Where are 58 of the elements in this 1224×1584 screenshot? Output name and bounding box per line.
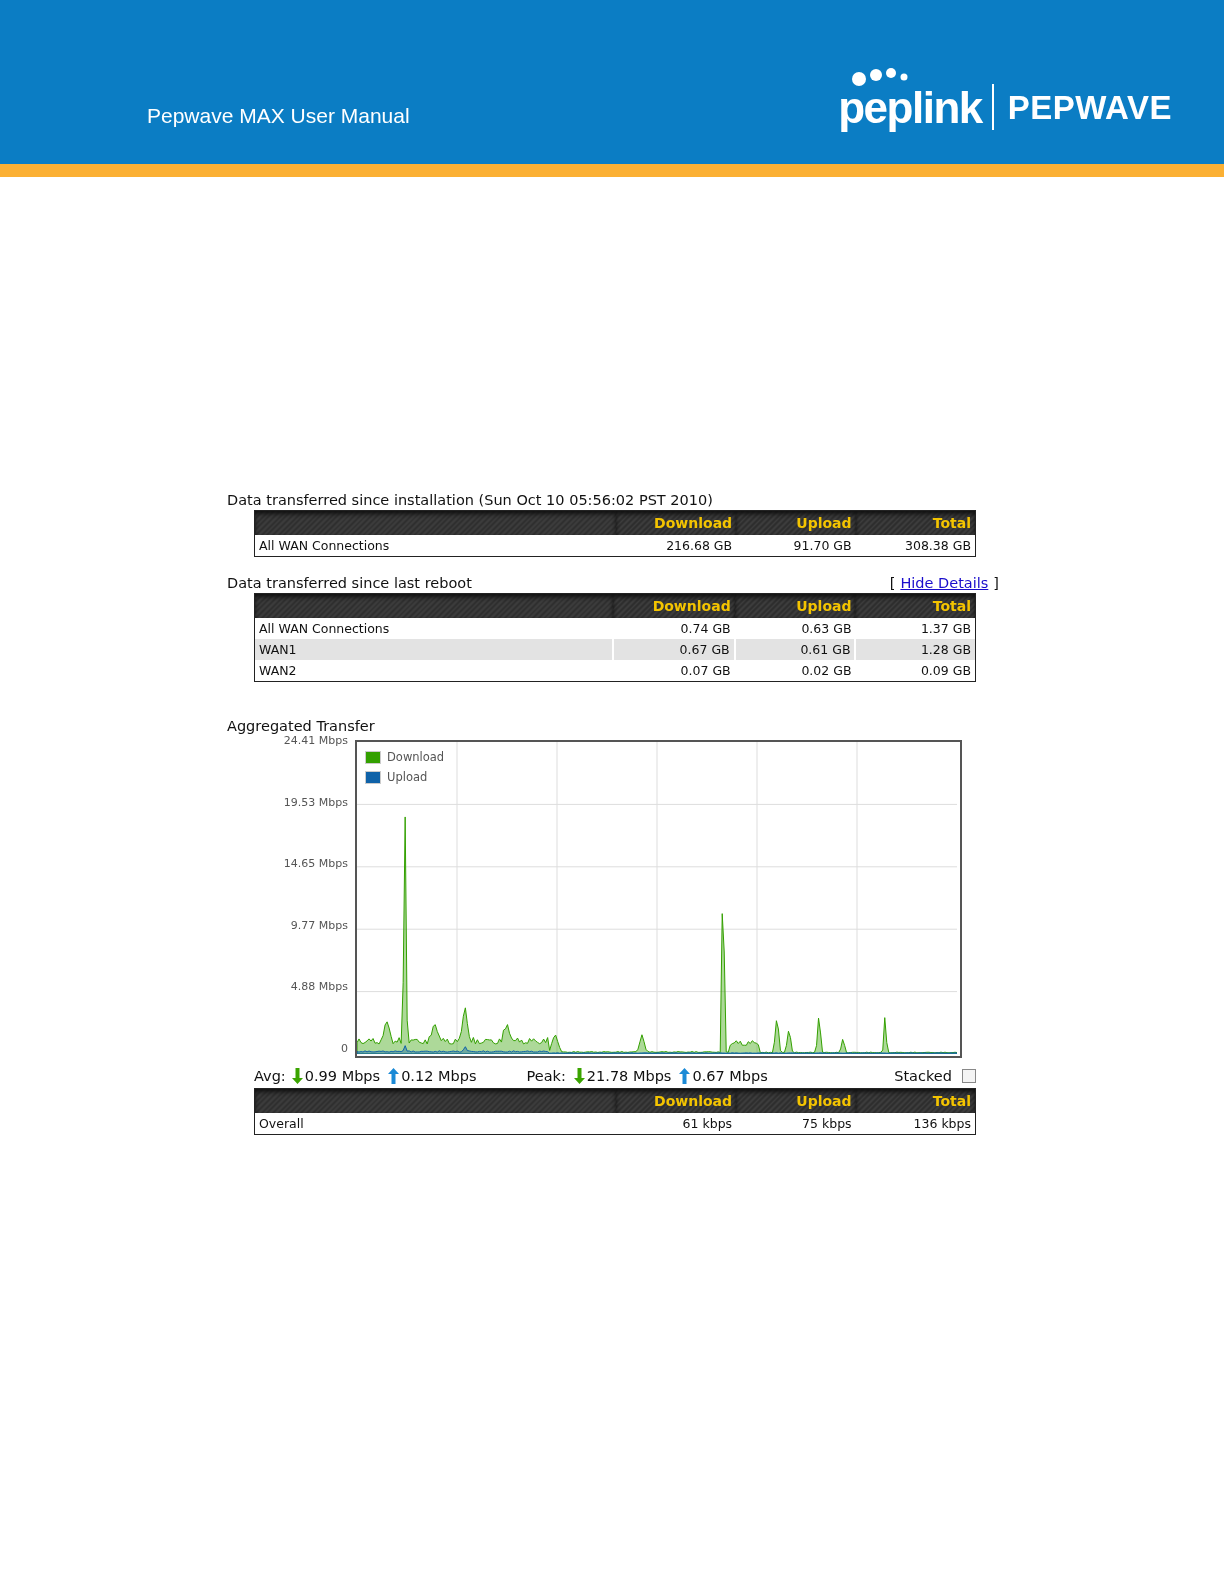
row-label: WAN1	[254, 639, 614, 660]
table-cell: 216.68 GB	[616, 535, 737, 557]
axis-label: 24.41 Mbps	[283, 735, 348, 747]
column-header: Upload	[734, 593, 856, 618]
table-cell: 91.70 GB	[736, 535, 856, 557]
up-arrow-icon	[679, 1068, 691, 1084]
hide-details-link[interactable]: Hide Details	[900, 575, 989, 591]
table-cell: 0.67 GB	[613, 639, 735, 660]
axis-label: 9.77 Mbps	[290, 919, 348, 932]
row-label: WAN2	[254, 660, 614, 682]
table-cell: 75 kbps	[736, 1113, 856, 1135]
axis-label: 19.53 Mbps	[283, 796, 348, 809]
table-cell: 1.37 GB	[855, 618, 976, 639]
table-cell: 0.74 GB	[613, 618, 735, 639]
axis-label: 4.88 Mbps	[290, 981, 348, 994]
manual-title: Pepwave MAX User Manual	[147, 104, 410, 128]
logo-text: PEPWAVE	[1007, 91, 1172, 124]
row-label: All WAN Connections	[254, 618, 614, 639]
peak-label: Peak:	[526, 1068, 566, 1084]
table-cell: 136 kbps	[855, 1113, 976, 1135]
section-title: Data transferred since last reboot	[227, 575, 472, 591]
column-header: Upload	[736, 1088, 856, 1113]
row-label: All WAN Connections	[254, 535, 617, 557]
legend-label: Download	[387, 750, 445, 764]
column-header: Download	[616, 1088, 737, 1113]
stacked-label: Stacked	[894, 1068, 952, 1084]
column-header: Download	[616, 510, 737, 535]
legend-label: Upload	[387, 770, 428, 784]
table-cell: 0.02 GB	[734, 660, 856, 682]
axis-label: 0	[341, 1042, 348, 1055]
down-arrow-icon	[291, 1068, 303, 1084]
section-title: Data transferred since installation (Sun Oct 10 05:56:02 PST 2010)	[227, 492, 714, 508]
graph-title: Aggregated Transfer	[227, 718, 376, 734]
table-cell: 61 kbps	[616, 1113, 737, 1135]
table-cell: 0.07 GB	[613, 660, 735, 682]
column-header: Total	[855, 1088, 976, 1113]
column-header: Total	[855, 593, 976, 618]
table-cell: 1.28 GB	[855, 639, 976, 660]
down-arrow-icon	[573, 1068, 585, 1084]
table-cell: 0.61 GB	[734, 639, 856, 660]
column-header: Download	[613, 593, 735, 618]
peak-download: 21.78 Mbps	[586, 1068, 672, 1084]
bracket: ]	[993, 575, 999, 591]
avg-upload: 0.12 Mbps	[401, 1068, 477, 1084]
stacked-checkbox[interactable]	[962, 1069, 976, 1083]
avg-download: 0.99 Mbps	[304, 1068, 381, 1084]
table-cell: 0.63 GB	[734, 618, 856, 639]
up-arrow-icon	[388, 1068, 400, 1084]
column-header: Upload	[736, 510, 856, 535]
column-header: Total	[855, 510, 976, 535]
bracket: [	[889, 575, 896, 591]
axis-label: 14.65 Mbps	[283, 858, 348, 871]
logo-text: peplink	[838, 86, 982, 130]
peak-upload: 0.67 Mbps	[692, 1068, 768, 1084]
table-cell: 0.09 GB	[855, 660, 976, 682]
row-label: Overall	[254, 1113, 617, 1135]
avg-label: Avg:	[254, 1068, 286, 1084]
table-cell: 308.38 GB	[855, 535, 976, 557]
